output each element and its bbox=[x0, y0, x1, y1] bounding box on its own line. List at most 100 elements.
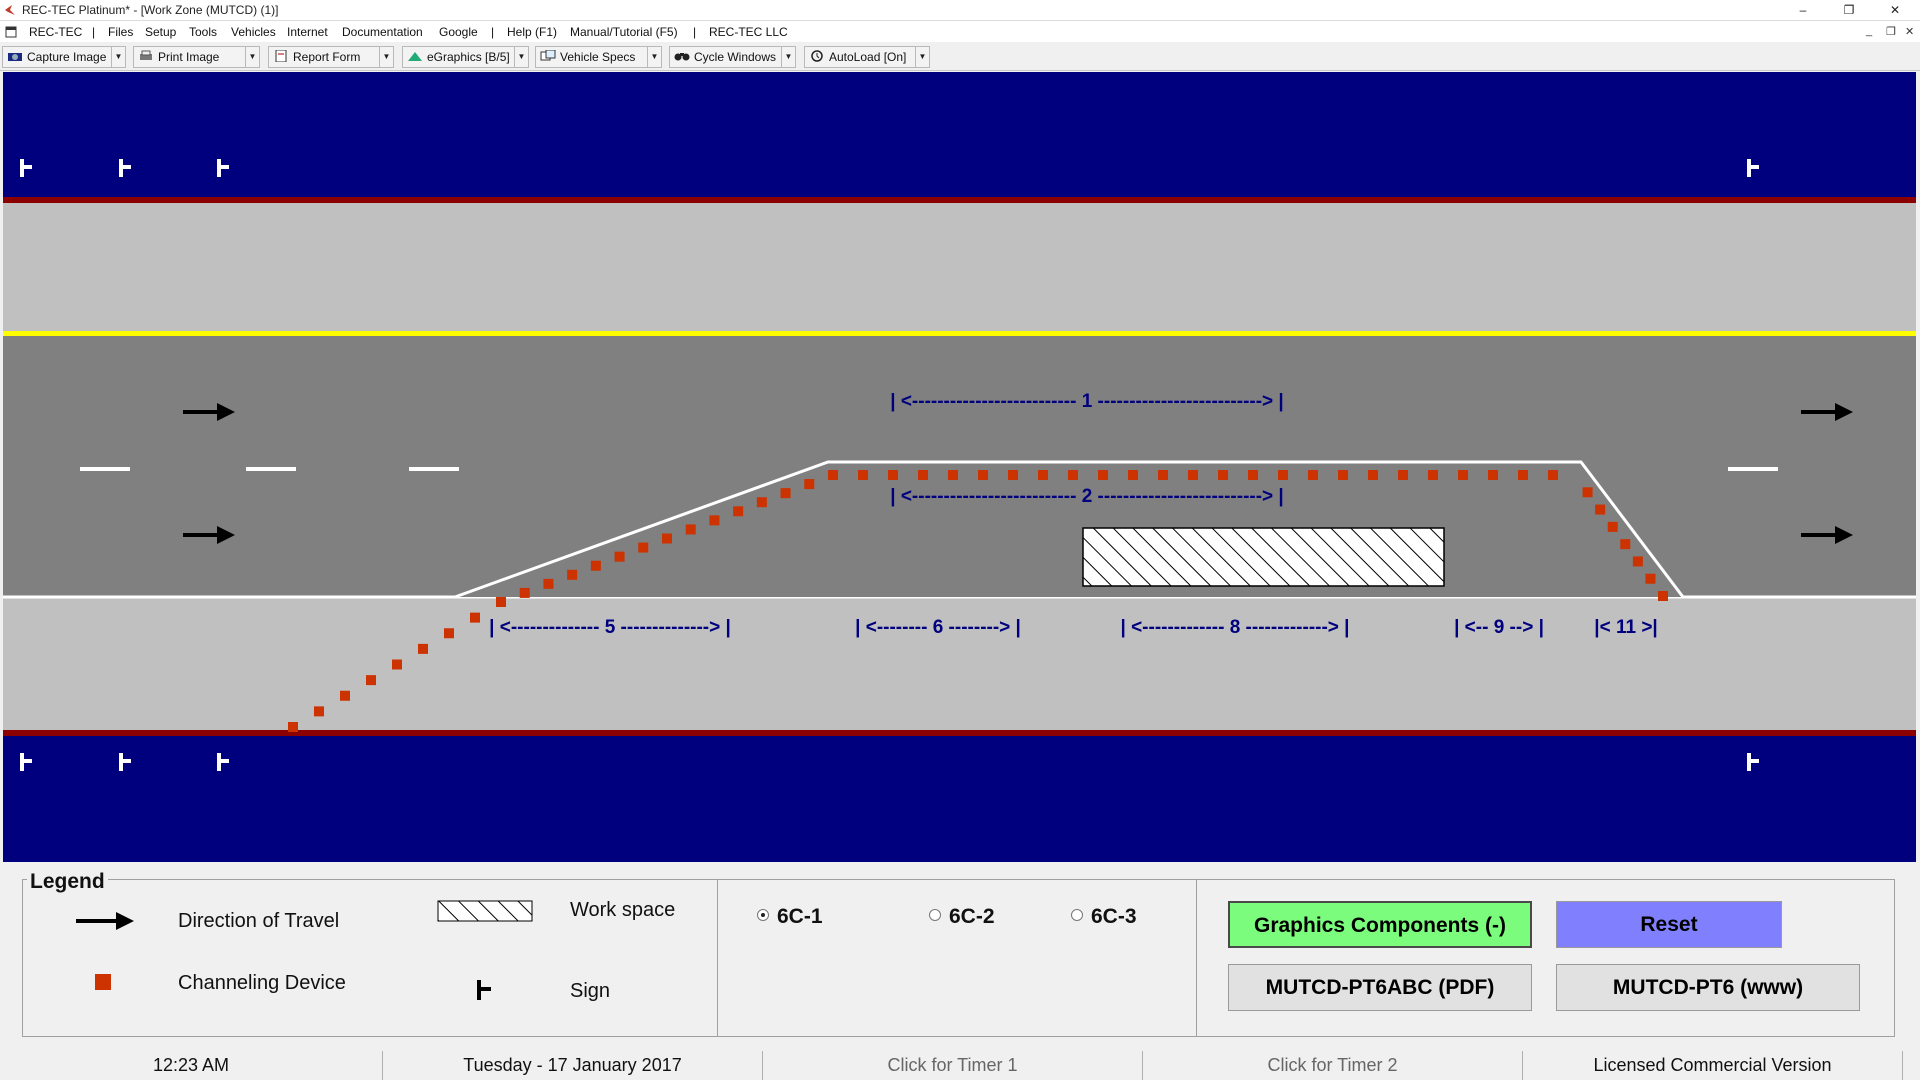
segment-label-6: | <-------- 6 --------> | bbox=[855, 617, 1021, 638]
toolbar: Capture Image ▼ Print Image ▼ Report For… bbox=[0, 43, 1920, 71]
capture-dropdown[interactable]: ▼ bbox=[111, 47, 125, 67]
title-bar: REC-TEC Platinum* - [Work Zone (MUTCD) (… bbox=[0, 0, 1920, 21]
cycle-windows-dropdown[interactable]: ▼ bbox=[781, 47, 795, 67]
autoload-button[interactable]: AutoLoad [On] ▼ bbox=[804, 46, 930, 68]
menu-internet[interactable]: Internet bbox=[287, 25, 328, 39]
segment-label-10: | <------ 10 ------> | bbox=[1470, 754, 1621, 775]
mutcd-pdf-button[interactable]: MUTCD-PT6ABC (PDF) bbox=[1228, 964, 1532, 1011]
egraphics-dropdown[interactable]: ▼ bbox=[514, 47, 528, 67]
legend-direction-label: Direction of Travel bbox=[178, 910, 340, 932]
graphics-components-button[interactable]: Graphics Components (-) bbox=[1228, 901, 1532, 948]
reset-button[interactable]: Reset bbox=[1556, 901, 1782, 948]
top-shoulder bbox=[3, 72, 1916, 200]
menu-rec-tec-llc[interactable]: REC-TEC LLC bbox=[709, 25, 788, 39]
channeling-device bbox=[1218, 470, 1228, 480]
print-dropdown[interactable]: ▼ bbox=[245, 47, 259, 67]
menu-bar: REC-TEC | Files Setup Tools Vehicles Int… bbox=[0, 21, 1920, 42]
autoload-dropdown[interactable]: ▼ bbox=[915, 47, 929, 67]
vehicle-specs-label: Vehicle Specs bbox=[560, 50, 636, 64]
channeling-device bbox=[828, 470, 838, 480]
channeling-device bbox=[519, 587, 530, 598]
mutcd-www-button[interactable]: MUTCD-PT6 (www) bbox=[1556, 964, 1860, 1011]
mdi-close-button[interactable]: ✕ bbox=[1905, 25, 1914, 38]
channeling-device bbox=[1338, 470, 1348, 480]
channeling-device bbox=[1645, 573, 1656, 584]
channeling-device bbox=[978, 470, 988, 480]
app-logo-icon bbox=[5, 5, 15, 15]
channeling-device bbox=[1632, 556, 1643, 567]
radio-dot-icon bbox=[757, 909, 769, 921]
channeling-device bbox=[756, 497, 767, 508]
menu-tools[interactable]: Tools bbox=[189, 25, 217, 39]
channeling-device bbox=[1278, 470, 1288, 480]
camera-icon bbox=[8, 53, 22, 61]
mdi-minimize-button[interactable]: _ bbox=[1866, 25, 1872, 37]
channeling-device bbox=[780, 488, 791, 499]
work-space bbox=[1082, 527, 1445, 587]
vehicle-specs-button[interactable]: Vehicle Specs ▼ bbox=[535, 46, 662, 68]
hatch-icon bbox=[437, 900, 533, 922]
lane-dash bbox=[409, 467, 459, 471]
menu-google[interactable]: Google bbox=[439, 25, 478, 39]
timer-1-button[interactable]: Click for Timer 1 bbox=[763, 1051, 1143, 1080]
egraphics-button[interactable]: eGraphics [B/5] ▼ bbox=[402, 46, 529, 68]
channeling-device bbox=[288, 722, 298, 732]
mdi-child-icon[interactable] bbox=[5, 26, 17, 38]
channeling-device bbox=[1595, 504, 1606, 515]
vehicle-specs-icon bbox=[540, 50, 556, 61]
mdi-restore-button[interactable]: ❐ bbox=[1886, 25, 1896, 38]
egraphics-label: eGraphics [B/5] bbox=[427, 50, 510, 64]
report-form-label: Report Form bbox=[293, 50, 361, 64]
report-dropdown[interactable]: ▼ bbox=[379, 47, 393, 67]
binoculars-icon bbox=[674, 53, 690, 61]
segment-label-2: | <-------------------------- 2 --------… bbox=[890, 486, 1284, 507]
channeling-device bbox=[948, 470, 958, 480]
close-button[interactable]: ✕ bbox=[1872, 0, 1918, 20]
channeling-device bbox=[1068, 470, 1078, 480]
channeling-device bbox=[1308, 470, 1318, 480]
timer-2-button[interactable]: Click for Timer 2 bbox=[1143, 1051, 1523, 1080]
radio-dot-icon bbox=[1071, 909, 1083, 921]
channeling-device bbox=[418, 643, 428, 654]
option-6c-1-label: 6C-1 bbox=[777, 905, 823, 928]
window-title: REC-TEC Platinum* - [Work Zone (MUTCD) (… bbox=[22, 3, 279, 17]
channeling-device bbox=[1248, 470, 1258, 480]
segment-label-8: | <------------- 8 -------------> | bbox=[1120, 617, 1349, 638]
channeling-device bbox=[1488, 470, 1498, 480]
menu-vehicles[interactable]: Vehicles bbox=[231, 25, 276, 39]
segment-label-3: | <----------------- 3 -----------------… bbox=[58, 810, 344, 831]
channeling-device bbox=[1582, 487, 1593, 498]
legend-workspace-label: Work space bbox=[570, 899, 676, 921]
option-6c-3-radio[interactable]: 6C-3 bbox=[1071, 905, 1137, 929]
channeling-device bbox=[1428, 470, 1438, 480]
channeling-device bbox=[685, 524, 696, 535]
vehicle-specs-dropdown[interactable]: ▼ bbox=[647, 47, 661, 67]
channeling-device bbox=[1548, 470, 1558, 480]
print-image-button[interactable]: Print Image ▼ bbox=[133, 46, 260, 68]
menu-help[interactable]: Help (F1) bbox=[507, 25, 557, 39]
lane-dash bbox=[1728, 467, 1778, 471]
status-license: Licensed Commercial Version bbox=[1523, 1051, 1903, 1080]
channeling-device bbox=[314, 706, 324, 717]
menu-files[interactable]: Files bbox=[108, 25, 133, 39]
capture-image-button[interactable]: Capture Image ▼ bbox=[2, 46, 126, 68]
channeling-device bbox=[1188, 470, 1198, 480]
option-6c-1-radio[interactable]: 6C-1 bbox=[757, 905, 823, 929]
menu-documentation[interactable]: Documentation bbox=[342, 25, 423, 39]
channeling-device bbox=[1128, 470, 1138, 480]
cycle-windows-button[interactable]: Cycle Windows ▼ bbox=[669, 46, 796, 68]
option-6c-3-label: 6C-3 bbox=[1091, 905, 1137, 928]
option-6c-2-radio[interactable]: 6C-2 bbox=[929, 905, 995, 929]
channeling-device bbox=[662, 533, 672, 544]
legend-channeling-label: Channeling Device bbox=[178, 972, 346, 994]
restore-button[interactable]: ❐ bbox=[1826, 0, 1872, 20]
radio-dot-icon bbox=[929, 909, 941, 921]
channeling-device bbox=[392, 659, 402, 670]
channeling-device bbox=[567, 569, 578, 580]
minimize-button[interactable]: – bbox=[1780, 0, 1826, 20]
menu-setup[interactable]: Setup bbox=[145, 25, 176, 39]
report-form-button[interactable]: Report Form ▼ bbox=[268, 46, 394, 68]
menu-manual-tutorial[interactable]: Manual/Tutorial (F5) bbox=[570, 25, 678, 39]
channeling-device bbox=[496, 597, 506, 607]
menu-rec-tec[interactable]: REC-TEC bbox=[29, 25, 82, 39]
